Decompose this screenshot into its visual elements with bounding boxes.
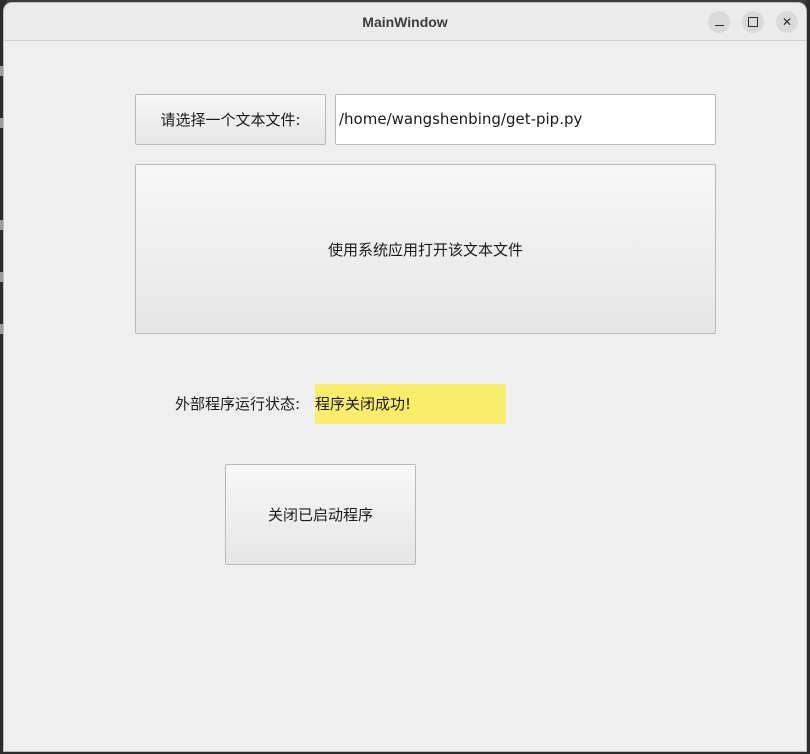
title-bar[interactable]: MainWindow ✕ <box>4 3 806 41</box>
status-label: 外部程序运行状态: <box>175 395 301 413</box>
status-value: 程序关闭成功! <box>315 384 506 424</box>
file-path-field[interactable]: /home/wangshenbing/get-pip.py <box>335 94 716 145</box>
maximize-button[interactable] <box>742 11 764 33</box>
minimize-button[interactable] <box>708 11 730 33</box>
choose-file-button[interactable]: 请选择一个文本文件: <box>135 94 326 145</box>
minimize-icon <box>714 25 724 26</box>
main-window: MainWindow ✕ 请选择一个文本文件: /home/wangshenbi… <box>4 3 806 751</box>
open-with-system-app-button[interactable]: 使用系统应用打开该文本文件 <box>135 164 716 334</box>
maximize-icon <box>748 16 758 27</box>
close-icon: ✕ <box>781 15 793 29</box>
window-title: MainWindow <box>362 14 448 30</box>
main-content: 请选择一个文本文件: /home/wangshenbing/get-pip.py… <box>4 41 806 751</box>
background-desktop-right <box>806 0 810 754</box>
close-launched-program-button[interactable]: 关闭已启动程序 <box>225 464 416 565</box>
close-window-button[interactable]: ✕ <box>776 11 798 33</box>
